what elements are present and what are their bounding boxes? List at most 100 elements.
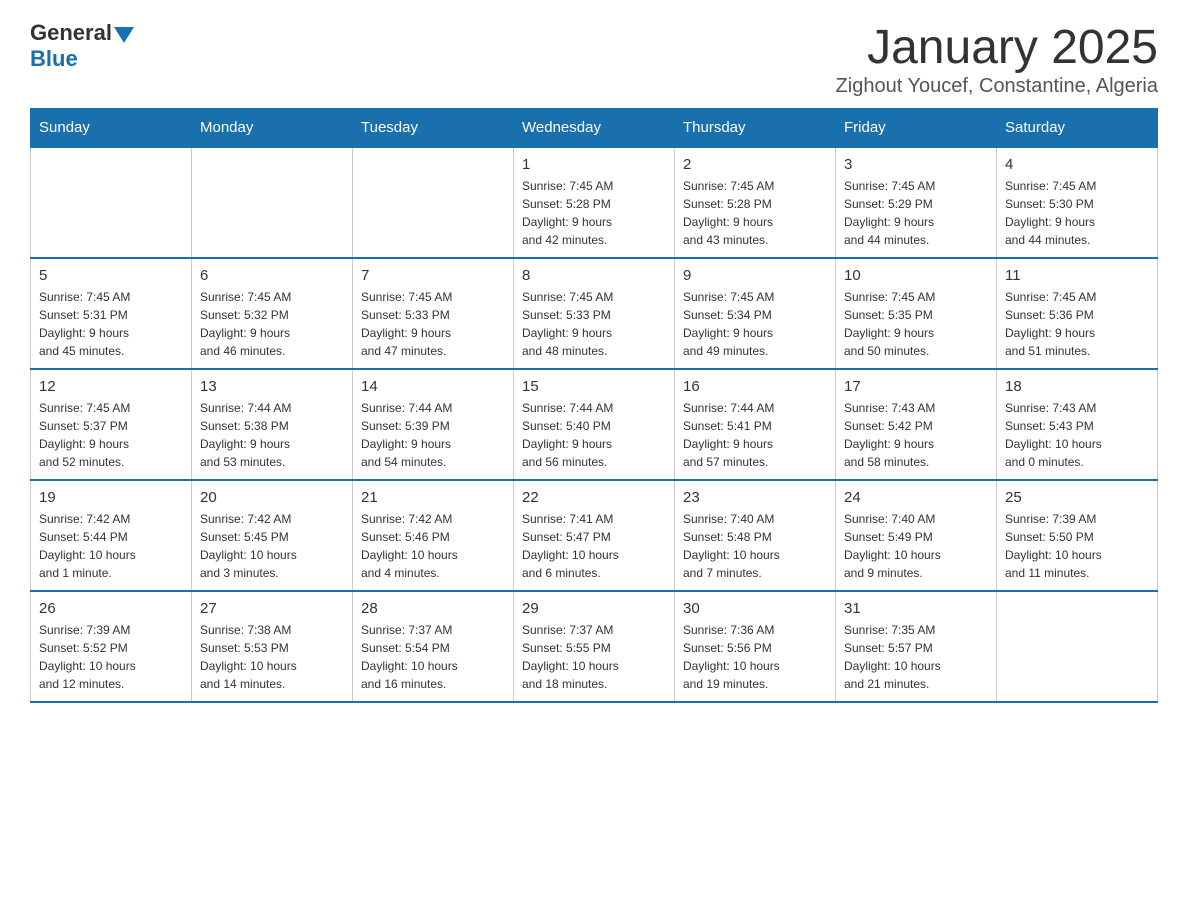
day-info: Sunrise: 7:42 AM Sunset: 5:45 PM Dayligh…	[200, 510, 344, 582]
calendar-cell: 21Sunrise: 7:42 AM Sunset: 5:46 PM Dayli…	[353, 480, 514, 591]
day-info: Sunrise: 7:45 AM Sunset: 5:28 PM Dayligh…	[522, 177, 666, 249]
day-number: 9	[683, 267, 827, 284]
day-info: Sunrise: 7:44 AM Sunset: 5:38 PM Dayligh…	[200, 399, 344, 471]
day-info: Sunrise: 7:41 AM Sunset: 5:47 PM Dayligh…	[522, 510, 666, 582]
day-info: Sunrise: 7:45 AM Sunset: 5:34 PM Dayligh…	[683, 288, 827, 360]
day-number: 25	[1005, 489, 1149, 506]
calendar-cell: 15 Sunrise: 7:44 AM Sunset: 5:40 PM Dayli…	[514, 369, 675, 480]
column-header-saturday: Saturday	[997, 109, 1158, 148]
day-info: Sunrise: 7:43 AM Sunset: 5:42 PM Dayligh…	[844, 399, 988, 471]
calendar-cell: 24 Sunrise: 7:40 AM Sunset: 5:49 PM Dayli…	[836, 480, 997, 591]
logo: General Blue	[30, 20, 134, 72]
day-info: Sunrise: 7:44 AM Sunset: 5:39 PM Dayligh…	[361, 399, 505, 471]
calendar-header-row: SundayMondayTuesdayWednesdayThursdayFrid…	[31, 109, 1158, 148]
calendar-cell: 26 Sunrise: 7:39 AM Sunset: 5:52 PM Dayli…	[31, 591, 192, 702]
calendar-cell: 12 Sunrise: 7:45 AM Sunset: 5:37 PM Dayli…	[31, 369, 192, 480]
day-info: Sunrise: 7:45 AM Sunset: 5:35 PM Dayligh…	[844, 288, 988, 360]
calendar-cell: 14 Sunrise: 7:44 AM Sunset: 5:39 PM Dayli…	[353, 369, 514, 480]
calendar-cell: 13Sunrise: 7:44 AM Sunset: 5:38 PM Dayli…	[192, 369, 353, 480]
calendar-cell: 18 Sunrise: 7:43 AM Sunset: 5:43 PM Dayli…	[997, 369, 1158, 480]
day-number: 4	[1005, 156, 1149, 173]
calendar-cell: 31 Sunrise: 7:35 AM Sunset: 5:57 PM Dayli…	[836, 591, 997, 702]
calendar-week-row: 12 Sunrise: 7:45 AM Sunset: 5:37 PM Dayli…	[31, 369, 1158, 480]
calendar-week-row: 5Sunrise: 7:45 AM Sunset: 5:31 PM Daylig…	[31, 258, 1158, 369]
column-header-wednesday: Wednesday	[514, 109, 675, 148]
day-number: 26	[39, 600, 183, 617]
calendar-cell: 8 Sunrise: 7:45 AM Sunset: 5:33 PM Daylig…	[514, 258, 675, 369]
day-info: Sunrise: 7:45 AM Sunset: 5:30 PM Dayligh…	[1005, 177, 1149, 249]
calendar-cell	[353, 147, 514, 258]
calendar-cell: 27Sunrise: 7:38 AM Sunset: 5:53 PM Dayli…	[192, 591, 353, 702]
day-number: 14	[361, 378, 505, 395]
day-number: 10	[844, 267, 988, 284]
calendar-week-row: 19 Sunrise: 7:42 AM Sunset: 5:44 PM Dayli…	[31, 480, 1158, 591]
day-info: Sunrise: 7:37 AM Sunset: 5:55 PM Dayligh…	[522, 621, 666, 693]
calendar-cell: 22 Sunrise: 7:41 AM Sunset: 5:47 PM Dayli…	[514, 480, 675, 591]
day-info: Sunrise: 7:45 AM Sunset: 5:36 PM Dayligh…	[1005, 288, 1149, 360]
day-number: 19	[39, 489, 183, 506]
calendar-cell: 1 Sunrise: 7:45 AM Sunset: 5:28 PM Daylig…	[514, 147, 675, 258]
calendar-cell: 28Sunrise: 7:37 AM Sunset: 5:54 PM Dayli…	[353, 591, 514, 702]
day-info: Sunrise: 7:35 AM Sunset: 5:57 PM Dayligh…	[844, 621, 988, 693]
location-subtitle: Zighout Youcef, Constantine, Algeria	[836, 75, 1158, 98]
day-info: Sunrise: 7:45 AM Sunset: 5:37 PM Dayligh…	[39, 399, 183, 471]
day-number: 22	[522, 489, 666, 506]
calendar-cell: 10 Sunrise: 7:45 AM Sunset: 5:35 PM Dayli…	[836, 258, 997, 369]
calendar-cell: 25 Sunrise: 7:39 AM Sunset: 5:50 PM Dayli…	[997, 480, 1158, 591]
calendar-cell: 19 Sunrise: 7:42 AM Sunset: 5:44 PM Dayli…	[31, 480, 192, 591]
calendar-cell	[192, 147, 353, 258]
page-header: General Blue January 2025 Zighout Youcef…	[30, 20, 1158, 98]
day-number: 12	[39, 378, 183, 395]
calendar-cell: 9 Sunrise: 7:45 AM Sunset: 5:34 PM Daylig…	[675, 258, 836, 369]
calendar-cell: 29 Sunrise: 7:37 AM Sunset: 5:55 PM Dayli…	[514, 591, 675, 702]
day-number: 21	[361, 489, 505, 506]
column-header-monday: Monday	[192, 109, 353, 148]
day-number: 18	[1005, 378, 1149, 395]
calendar-cell: 5Sunrise: 7:45 AM Sunset: 5:31 PM Daylig…	[31, 258, 192, 369]
day-number: 28	[361, 600, 505, 617]
calendar-cell: 30Sunrise: 7:36 AM Sunset: 5:56 PM Dayli…	[675, 591, 836, 702]
day-number: 15	[522, 378, 666, 395]
day-number: 1	[522, 156, 666, 173]
day-info: Sunrise: 7:43 AM Sunset: 5:43 PM Dayligh…	[1005, 399, 1149, 471]
calendar-cell: 7Sunrise: 7:45 AM Sunset: 5:33 PM Daylig…	[353, 258, 514, 369]
day-number: 6	[200, 267, 344, 284]
day-number: 31	[844, 600, 988, 617]
day-info: Sunrise: 7:45 AM Sunset: 5:31 PM Dayligh…	[39, 288, 183, 360]
title-section: January 2025 Zighout Youcef, Constantine…	[836, 20, 1158, 98]
day-info: Sunrise: 7:45 AM Sunset: 5:33 PM Dayligh…	[522, 288, 666, 360]
day-info: Sunrise: 7:45 AM Sunset: 5:32 PM Dayligh…	[200, 288, 344, 360]
day-number: 27	[200, 600, 344, 617]
calendar-cell: 4 Sunrise: 7:45 AM Sunset: 5:30 PM Daylig…	[997, 147, 1158, 258]
column-header-thursday: Thursday	[675, 109, 836, 148]
calendar-week-row: 26 Sunrise: 7:39 AM Sunset: 5:52 PM Dayli…	[31, 591, 1158, 702]
calendar-week-row: 1 Sunrise: 7:45 AM Sunset: 5:28 PM Daylig…	[31, 147, 1158, 258]
day-info: Sunrise: 7:44 AM Sunset: 5:41 PM Dayligh…	[683, 399, 827, 471]
calendar-cell: 16Sunrise: 7:44 AM Sunset: 5:41 PM Dayli…	[675, 369, 836, 480]
day-number: 20	[200, 489, 344, 506]
calendar-cell: 20 Sunrise: 7:42 AM Sunset: 5:45 PM Dayli…	[192, 480, 353, 591]
calendar-cell: 6 Sunrise: 7:45 AM Sunset: 5:32 PM Daylig…	[192, 258, 353, 369]
day-info: Sunrise: 7:39 AM Sunset: 5:52 PM Dayligh…	[39, 621, 183, 693]
day-info: Sunrise: 7:36 AM Sunset: 5:56 PM Dayligh…	[683, 621, 827, 693]
logo-general: General	[30, 20, 112, 46]
day-number: 24	[844, 489, 988, 506]
day-info: Sunrise: 7:44 AM Sunset: 5:40 PM Dayligh…	[522, 399, 666, 471]
calendar-cell: 23Sunrise: 7:40 AM Sunset: 5:48 PM Dayli…	[675, 480, 836, 591]
day-info: Sunrise: 7:39 AM Sunset: 5:50 PM Dayligh…	[1005, 510, 1149, 582]
logo-blue: Blue	[30, 46, 134, 72]
day-number: 8	[522, 267, 666, 284]
day-number: 29	[522, 600, 666, 617]
column-header-sunday: Sunday	[31, 109, 192, 148]
calendar-cell: 3Sunrise: 7:45 AM Sunset: 5:29 PM Daylig…	[836, 147, 997, 258]
column-header-tuesday: Tuesday	[353, 109, 514, 148]
day-number: 2	[683, 156, 827, 173]
logo-triangle-icon	[114, 27, 134, 43]
day-info: Sunrise: 7:42 AM Sunset: 5:44 PM Dayligh…	[39, 510, 183, 582]
day-number: 11	[1005, 267, 1149, 284]
day-info: Sunrise: 7:40 AM Sunset: 5:49 PM Dayligh…	[844, 510, 988, 582]
column-header-friday: Friday	[836, 109, 997, 148]
calendar-cell: 17Sunrise: 7:43 AM Sunset: 5:42 PM Dayli…	[836, 369, 997, 480]
calendar-table: SundayMondayTuesdayWednesdayThursdayFrid…	[30, 108, 1158, 703]
day-info: Sunrise: 7:45 AM Sunset: 5:33 PM Dayligh…	[361, 288, 505, 360]
